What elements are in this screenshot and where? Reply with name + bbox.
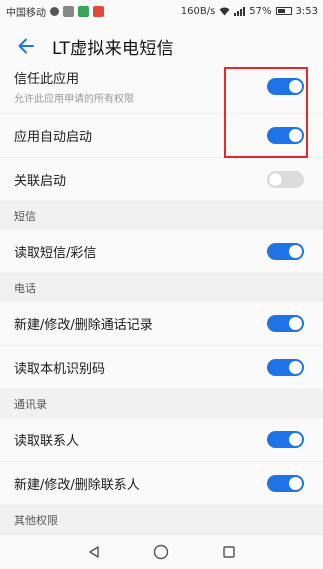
trust-app-toggle[interactable] (267, 78, 304, 95)
linked-start-row[interactable]: 关联启动 (0, 158, 323, 202)
battery-saver-icon (78, 5, 89, 17)
read-contacts-row[interactable]: 读取联系人 (0, 418, 323, 462)
square-recents-icon (223, 546, 235, 558)
nav-recents-button[interactable] (219, 542, 239, 562)
device-id-label: 读取本机识别码 (14, 362, 106, 377)
notification-icon (50, 6, 59, 16)
status-left: 中国移动 (6, 4, 104, 19)
network-speed: 160B/s (180, 5, 216, 17)
clock: 3:53 (295, 5, 318, 17)
status-right: 160B/s 57% 3:53 (181, 6, 318, 17)
back-button[interactable] (14, 34, 38, 58)
page-title: LT虚拟来电短信 (52, 38, 174, 59)
section-header-sms: 短信 (0, 202, 323, 230)
permission-list: 信任此应用 允许此应用申请的所有权限 应用自动启动 关联启动 短信 读取短信/彩… (0, 60, 323, 534)
device-id-row[interactable]: 读取本机识别码 (0, 346, 323, 390)
read-sms-toggle[interactable] (267, 243, 304, 260)
nav-home-button[interactable] (151, 542, 171, 562)
read-contacts-label: 读取联系人 (14, 434, 80, 449)
trust-app-row[interactable]: 信任此应用 允许此应用申请的所有权限 (0, 60, 323, 114)
auto-start-row[interactable]: 应用自动启动 (0, 114, 323, 158)
app-notification-icon (63, 5, 74, 17)
edit-contacts-toggle[interactable] (267, 475, 304, 492)
arrow-left-icon (18, 38, 34, 54)
read-contacts-toggle[interactable] (267, 431, 304, 448)
edit-contacts-row[interactable]: 新建/修改/删除联系人 (0, 462, 323, 506)
section-header-phone: 电话 (0, 274, 323, 302)
section-header-other: 其他权限 (0, 506, 323, 534)
auto-start-label: 应用自动启动 (14, 130, 93, 145)
status-bar: 中国移动 160B/s 57% 3:53 (0, 0, 323, 22)
device-id-toggle[interactable] (267, 359, 304, 376)
read-sms-label: 读取短信/彩信 (14, 246, 97, 261)
battery-icon (275, 7, 292, 15)
linked-start-toggle[interactable] (267, 171, 304, 188)
auto-start-toggle[interactable] (267, 127, 304, 144)
call-log-label: 新建/修改/删除通话记录 (14, 318, 153, 333)
carrier-label: 中国移动 (6, 7, 46, 19)
battery-percent: 57% (249, 5, 272, 17)
call-log-row[interactable]: 新建/修改/删除通话记录 (0, 302, 323, 346)
wifi-icon (219, 7, 230, 15)
call-log-toggle[interactable] (267, 315, 304, 332)
linked-start-label: 关联启动 (14, 174, 67, 189)
signal-icon (234, 6, 246, 16)
read-sms-row[interactable]: 读取短信/彩信 (0, 230, 323, 274)
system-nav-bar (0, 534, 323, 569)
nav-back-button[interactable] (84, 542, 104, 562)
trust-app-label: 信任此应用 (14, 72, 80, 87)
circle-home-icon (154, 544, 169, 560)
section-header-contacts: 通讯录 (0, 390, 323, 418)
triangle-back-icon (89, 546, 99, 558)
trust-app-description: 允许此应用申请的所有权限 (14, 94, 134, 105)
edit-contacts-label: 新建/修改/删除联系人 (14, 478, 140, 493)
message-notification-icon (93, 5, 104, 17)
